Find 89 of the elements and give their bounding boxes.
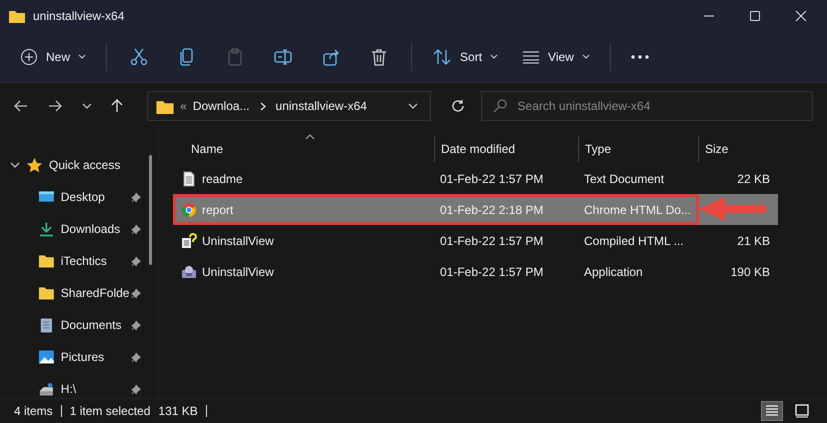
picture-icon <box>38 349 55 365</box>
path-segment[interactable]: Downloa... <box>192 99 250 113</box>
caret-icon <box>582 54 590 60</box>
status-text: 1 item selected <box>70 404 150 418</box>
column-header[interactable]: Size <box>698 136 778 162</box>
status-text: 4 items <box>14 404 53 418</box>
annotation-arrow <box>699 196 767 222</box>
pin-icon[interactable] <box>130 320 141 330</box>
file-name: report <box>202 202 234 216</box>
file-name: UninstallView <box>202 264 274 278</box>
download-icon <box>38 221 55 237</box>
pin-icon[interactable] <box>130 352 141 362</box>
folder-icon <box>38 253 55 269</box>
path-segment[interactable]: uninstallview-x64 <box>276 99 367 113</box>
back-icon[interactable] <box>14 100 28 112</box>
more-icon[interactable] <box>630 55 649 59</box>
chevron-right-icon <box>260 102 266 110</box>
table-cell: 22 KB <box>737 172 770 186</box>
table-cell-text: Text Document <box>583 172 666 186</box>
sidebar-item[interactable]: SharedFolde <box>0 277 149 309</box>
tile-icon <box>795 404 809 418</box>
details-view-button[interactable] <box>761 401 783 421</box>
pin-icon[interactable] <box>130 192 141 202</box>
chevron-down-icon[interactable] <box>82 103 92 109</box>
sort-up-icon <box>305 134 315 140</box>
column-header[interactable]: Date modified <box>434 136 578 162</box>
lines-icon <box>522 50 540 64</box>
maximize-icon[interactable] <box>749 10 761 22</box>
column-header[interactable]: Name <box>173 136 434 162</box>
plus-circle-icon <box>20 48 38 66</box>
table-cell-text: Chrome HTML Do... <box>583 202 692 216</box>
scrollbar[interactable] <box>149 155 152 265</box>
table-cell-text: 01-Feb-22 1:57 PM <box>439 172 544 186</box>
rename-icon <box>273 47 294 67</box>
list-icon <box>765 404 779 418</box>
overflow-marker[interactable]: « <box>180 99 187 113</box>
chevron-down-icon <box>408 103 418 109</box>
column-header[interactable]: Type <box>578 136 698 162</box>
sort-button[interactable]: Sort <box>422 42 508 72</box>
star-icon <box>26 156 43 174</box>
table-cell-text: 01-Feb-22 1:57 PM <box>439 234 544 248</box>
new-button[interactable]: New <box>10 42 96 72</box>
file-name: UninstallView <box>202 234 274 248</box>
table-cell: 21 KB <box>737 234 770 248</box>
pin-icon[interactable] <box>130 288 142 298</box>
sort-icon <box>432 48 452 66</box>
sidebar-item[interactable]: Pictures <box>0 341 149 373</box>
sidebar-item[interactable]: H:\ <box>0 373 149 398</box>
document-icon <box>38 317 55 333</box>
sidebar-item[interactable]: Desktop <box>0 181 149 213</box>
folder-icon <box>156 98 174 114</box>
pin-icon[interactable] <box>130 384 141 394</box>
file-row[interactable]: readme 01-Feb-22 1:57 PM Text Document 22 KB <box>173 163 778 194</box>
close-icon[interactable] <box>795 10 807 22</box>
table-cell-text: Application <box>583 264 644 278</box>
drive-icon <box>38 381 55 397</box>
refresh-icon[interactable] <box>450 99 465 113</box>
file-row[interactable]: UninstallView 01-Feb-22 1:57 PM Compiled HTML ... 21 KB <box>173 225 778 256</box>
address-bar[interactable]: « Downloa... uninstallview-x64 <box>147 91 431 121</box>
sidebar-item[interactable]: Downloads <box>0 213 149 245</box>
table-cell-text: 01-Feb-22 1:57 PM <box>439 264 544 278</box>
pin-icon[interactable] <box>130 224 141 234</box>
file-name: readme <box>202 172 243 186</box>
search-field[interactable]: Search uninstallview-x64 <box>480 91 813 121</box>
folder-icon <box>9 9 25 23</box>
help-file-icon <box>181 232 197 248</box>
file-row[interactable]: report 01-Feb-22 2:18 PM Chrome HTML Do... <box>173 194 778 225</box>
sidebar-item[interactable]: Documents <box>0 309 149 341</box>
caret-icon <box>78 54 86 60</box>
status-text: 131 KB <box>158 404 198 418</box>
chevron-icon[interactable] <box>10 160 20 170</box>
share-icon <box>321 47 342 67</box>
table-cell: 190 KB <box>730 264 770 278</box>
sidebar-item[interactable]: iTechtics <box>0 245 149 277</box>
folder-icon <box>38 285 55 301</box>
application-icon <box>181 264 197 280</box>
file-row[interactable]: UninstallView 01-Feb-22 1:57 PM Application 190 KB <box>173 256 778 287</box>
table-cell-text: 01-Feb-22 2:18 PM <box>439 202 544 216</box>
sidebar-item[interactable]: Quick access <box>0 149 149 181</box>
window-title: uninstallview-x64 <box>33 9 124 23</box>
scissors-icon <box>129 47 150 67</box>
table-cell-text: Compiled HTML ... <box>583 234 685 248</box>
chrome-icon <box>181 202 197 218</box>
caret-icon <box>490 54 498 60</box>
forward-icon[interactable] <box>48 100 62 112</box>
up-icon[interactable] <box>111 99 124 113</box>
text-file-icon <box>181 170 197 186</box>
pin-icon[interactable] <box>130 256 141 266</box>
view-button[interactable]: View <box>512 44 600 70</box>
